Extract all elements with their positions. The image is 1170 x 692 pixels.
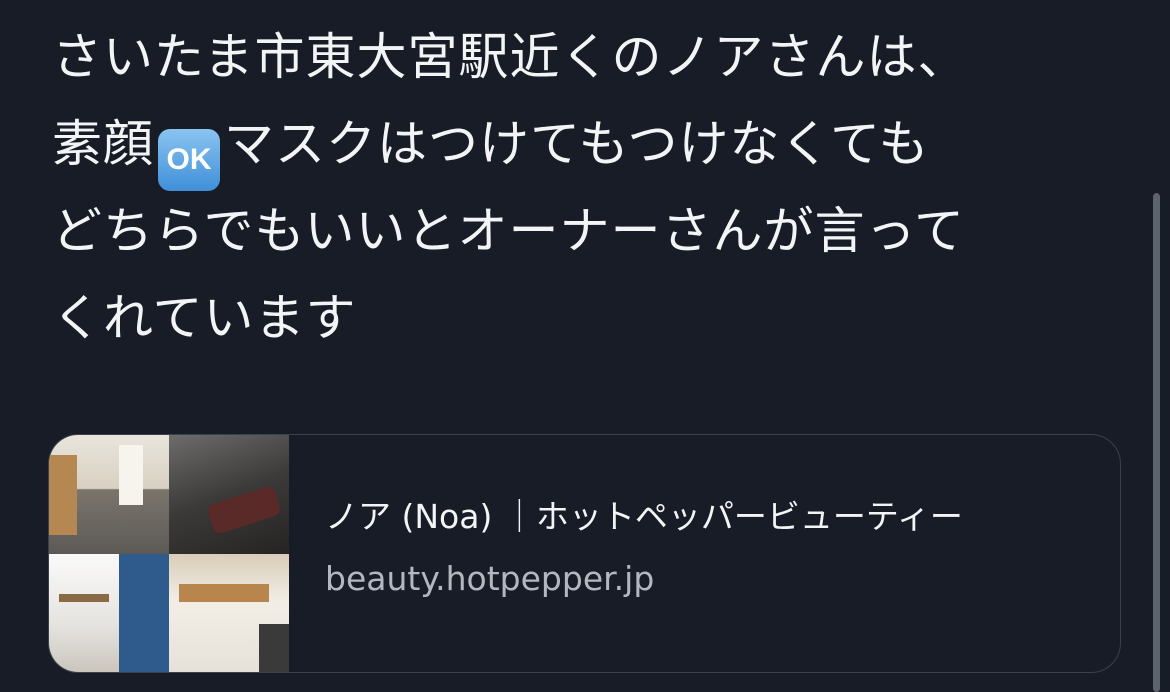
tweet-text-line-1: さいたま市東大宮駅近くのノアさんは、 bbox=[52, 28, 969, 86]
link-card-title: ノア (Noa) ｜ホットペッパービューティー bbox=[325, 497, 963, 536]
ok-emoji-icon: OK bbox=[158, 129, 220, 191]
tweet-text-segment: マスクはつけてもつけなくても bbox=[224, 115, 930, 173]
tweet-text: さいたま市東大宮駅近くのノアさんは、 素顔 OK マスクはつけてもつけなくても どち… bbox=[52, 14, 1142, 362]
tweet-text-line-3: どちらでもいいとオーナーさんが言って bbox=[52, 202, 965, 260]
salon-photo bbox=[49, 435, 169, 554]
tweet-text-line-4: くれています bbox=[52, 289, 357, 347]
link-card-domain: beauty.hotpepper.jp bbox=[325, 559, 655, 598]
link-card-thumbnail bbox=[49, 435, 289, 672]
scrollbar[interactable] bbox=[1153, 193, 1160, 692]
salon-photo bbox=[49, 554, 169, 672]
tweet-text-line-2: 素顔 OK マスクはつけてもつけなくても bbox=[52, 101, 1142, 191]
salon-photo bbox=[169, 554, 289, 672]
link-card-info: ノア (Noa) ｜ホットペッパービューティー beauty.hotpepper… bbox=[325, 493, 1105, 603]
salon-photo bbox=[169, 435, 289, 554]
link-preview-card[interactable]: ノア (Noa) ｜ホットペッパービューティー beauty.hotpepper… bbox=[48, 434, 1121, 673]
tweet-text-segment: 素顔 bbox=[52, 115, 154, 173]
